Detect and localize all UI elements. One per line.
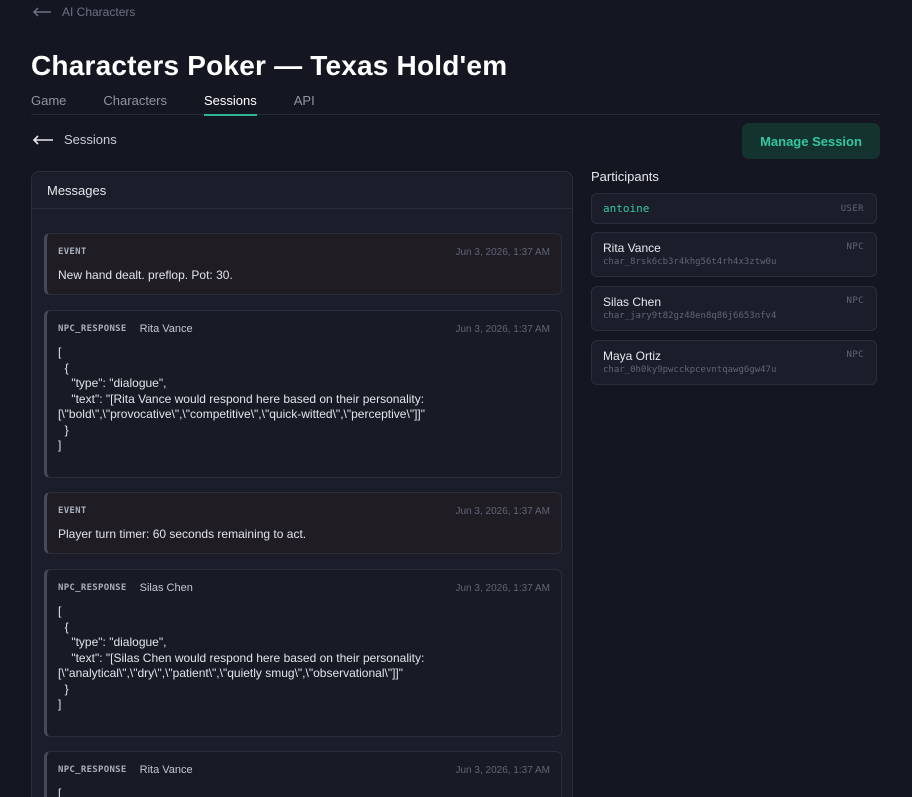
- arrow-left-icon: [32, 7, 51, 17]
- participant-name: Silas Chen: [603, 295, 662, 309]
- tab-bar: Game Characters Sessions API: [31, 93, 880, 116]
- message-item: NPC_RESPONSE Rita Vance Jun 3, 2026, 1:3…: [44, 310, 562, 478]
- message-body: [: [58, 786, 62, 797]
- breadcrumb-label: AI Characters: [62, 5, 136, 19]
- message-time: Jun 3, 2026, 1:37 AM: [455, 505, 550, 517]
- participant-card[interactable]: antoine USER: [591, 193, 877, 224]
- tab-characters[interactable]: Characters: [103, 93, 167, 115]
- participant-role: NPC: [846, 296, 864, 306]
- back-label: Sessions: [64, 132, 117, 147]
- participant-card[interactable]: Silas Chen char_jary9t82gz48en8q86j6653n…: [591, 286, 877, 331]
- message-time: Jun 3, 2026, 1:37 AM: [455, 582, 550, 594]
- breadcrumb[interactable]: AI Characters: [32, 5, 135, 19]
- message-author: Rita Vance: [139, 323, 193, 335]
- page-title: Characters Poker — Texas Hold'em: [31, 50, 508, 81]
- message-type: EVENT: [58, 506, 87, 516]
- message-author: Silas Chen: [139, 582, 193, 594]
- participants-title: Participants: [591, 169, 659, 184]
- manage-session-button[interactable]: Manage Session: [742, 123, 880, 159]
- tab-sessions[interactable]: Sessions: [203, 93, 257, 116]
- participant-name: Maya Ortiz: [603, 349, 662, 363]
- messages-title: Messages: [32, 172, 572, 209]
- message-author: Rita Vance: [139, 764, 193, 776]
- participant-card[interactable]: Rita Vance char_8rsk6cb3r4khg56t4rh4x3zt…: [591, 232, 877, 277]
- tab-api[interactable]: API: [294, 93, 315, 115]
- message-item: EVENT Jun 3, 2026, 1:37 AM Player turn t…: [44, 492, 562, 554]
- participant-id: char_8rsk6cb3r4khg56t4rh4x3ztw0u: [603, 257, 777, 267]
- message-type: NPC_RESPONSE: [58, 583, 127, 593]
- message-body: New hand dealt. preflop. Pot: 30.: [58, 268, 233, 282]
- participant-role: NPC: [846, 242, 864, 252]
- tab-game[interactable]: Game: [31, 93, 66, 115]
- message-type: EVENT: [58, 247, 87, 257]
- message-body: [ { "type": "dialogue", "text": "[Rita V…: [58, 345, 426, 452]
- messages-panel: Messages EVENT Jun 3, 2026, 1:37 AM New …: [31, 171, 573, 797]
- participant-name: Rita Vance: [603, 241, 661, 255]
- back-to-sessions-link[interactable]: Sessions: [32, 132, 117, 147]
- message-type: NPC_RESPONSE: [58, 765, 127, 775]
- message-type: NPC_RESPONSE: [58, 324, 127, 334]
- message-item: EVENT Jun 3, 2026, 1:37 AM New hand deal…: [44, 233, 562, 295]
- message-time: Jun 3, 2026, 1:37 AM: [455, 323, 550, 335]
- session-page: AI Characters Characters Poker — Texas H…: [0, 0, 912, 797]
- participant-name: antoine: [603, 202, 650, 215]
- participant-role: NPC: [846, 350, 864, 360]
- participant-role: USER: [840, 204, 864, 214]
- participant-card[interactable]: Maya Ortiz char_0h0ky9pwcckpcevntqawg6gw…: [591, 340, 877, 385]
- message-time: Jun 3, 2026, 1:37 AM: [455, 246, 550, 258]
- message-time: Jun 3, 2026, 1:37 AM: [455, 764, 550, 776]
- message-body: Player turn timer: 60 seconds remaining …: [58, 527, 307, 541]
- message-body: [ { "type": "dialogue", "text": "[Silas …: [58, 604, 425, 711]
- participant-id: char_0h0ky9pwcckpcevntqawg6gw47u: [603, 365, 777, 375]
- participant-id: char_jary9t82gz48en8q86j6653nfv4: [603, 311, 777, 321]
- message-item: NPC_RESPONSE Rita Vance Jun 3, 2026, 1:3…: [44, 751, 562, 797]
- arrow-left-icon: [32, 134, 53, 145]
- message-item: NPC_RESPONSE Silas Chen Jun 3, 2026, 1:3…: [44, 569, 562, 737]
